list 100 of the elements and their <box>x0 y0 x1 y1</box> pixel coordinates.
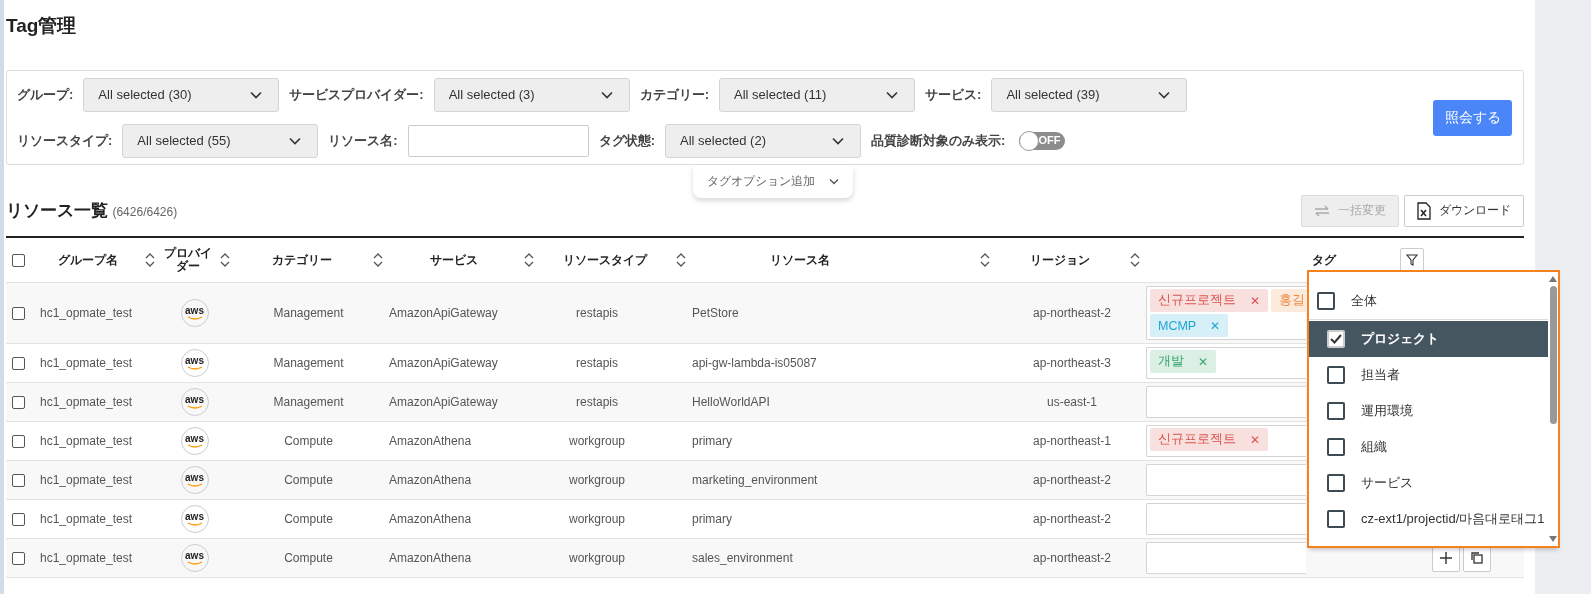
row-checkbox[interactable] <box>12 512 25 526</box>
table-cell: ap-northeast-2 <box>1032 473 1111 487</box>
filter-select[interactable]: All selected (55) <box>122 123 319 158</box>
table-cell: hc1_opmate_test <box>40 434 133 448</box>
tag-chip: 개발 ✕ <box>1150 350 1216 373</box>
table-cell: workgroup <box>569 473 625 487</box>
filter-label: リソースタイプ: <box>17 131 113 150</box>
table-cell: Management <box>273 306 344 320</box>
option-checkbox[interactable] <box>1317 291 1335 310</box>
table-cell: restapis <box>576 356 618 370</box>
plus-icon <box>1440 552 1452 564</box>
filter-label: サービス: <box>925 85 982 104</box>
option-checkbox[interactable] <box>1327 510 1345 528</box>
option-checkbox[interactable] <box>1327 474 1345 492</box>
tag-option-tab[interactable]: タグオプション追加 <box>693 165 853 198</box>
filter-select[interactable]: All selected (2) <box>665 123 862 158</box>
chevron-down-icon <box>829 178 839 185</box>
filter-icon <box>1406 254 1418 266</box>
table-cell: hc1_opmate_test <box>40 356 133 370</box>
filter-select[interactable]: All selected (39) <box>991 77 1188 112</box>
column-header: リソース名 <box>770 251 830 269</box>
row-checkbox[interactable] <box>12 473 25 487</box>
menu-item[interactable]: 運用環境 <box>1309 393 1548 429</box>
filter-select[interactable]: All selected (3) <box>433 77 630 112</box>
sort-icon[interactable] <box>220 253 230 267</box>
table-cell: AmazonAthena <box>389 551 472 565</box>
list-count: (6426/6426) <box>112 205 178 219</box>
table-cell: hc1_opmate_test <box>40 306 133 320</box>
table-cell: AmazonAthena <box>389 473 472 487</box>
menu-item[interactable]: cz-ext1/projectid/마음대로태그1 <box>1309 501 1548 537</box>
sort-icon[interactable] <box>676 253 686 267</box>
table-cell: Compute <box>284 512 333 526</box>
row-checkbox[interactable] <box>12 306 25 320</box>
select-all-checkbox[interactable] <box>12 253 25 267</box>
table-cell: ap-northeast-1 <box>1032 434 1111 448</box>
list-title: リソース一覧 <box>6 201 108 220</box>
column-header: リソースタイプ <box>563 251 647 269</box>
table-cell: hc1_opmate_test <box>40 512 133 526</box>
chevron-down-icon <box>250 90 263 99</box>
column-header: グループ名 <box>57 251 118 269</box>
table-cell: HelloWorldAPI <box>692 395 770 409</box>
sort-icon[interactable] <box>980 253 990 267</box>
chevron-down-icon <box>289 136 302 145</box>
chevron-down-icon <box>832 136 845 145</box>
sort-icon[interactable] <box>373 253 383 267</box>
tag-input-box[interactable] <box>1146 386 1306 418</box>
table-cell: workgroup <box>569 512 625 526</box>
table-cell: marketing_environment <box>692 473 818 487</box>
tag-input-box[interactable] <box>1146 464 1306 496</box>
column-header: サービス <box>429 251 478 269</box>
row-checkbox[interactable] <box>12 395 25 409</box>
option-checkbox[interactable] <box>1327 438 1345 456</box>
column-header: タグ <box>1312 251 1336 269</box>
tag-input-box[interactable] <box>1146 542 1306 574</box>
tag-input-box[interactable] <box>1146 503 1306 535</box>
filter-select[interactable]: All selected (30) <box>83 77 280 112</box>
table-cell: Management <box>273 395 344 409</box>
scroll-down-icon[interactable] <box>1549 536 1557 542</box>
option-checkbox[interactable] <box>1327 366 1345 384</box>
scroll-up-icon[interactable] <box>1549 276 1557 282</box>
column-header: プロバイダー <box>162 247 213 273</box>
filter-label: 品質診断対象のみ表示: <box>871 131 1006 150</box>
row-checkbox[interactable] <box>12 551 25 565</box>
table-cell: hc1_opmate_test <box>40 395 133 409</box>
sort-icon[interactable] <box>1130 253 1140 267</box>
spreadsheet-file-icon <box>1417 201 1431 220</box>
table-cell: ap-northeast-2 <box>1032 306 1111 320</box>
menu-item[interactable]: プロジェクト <box>1309 321 1548 357</box>
table-cell: Compute <box>284 434 333 448</box>
chevron-down-icon <box>886 90 899 99</box>
table-cell: Compute <box>284 551 333 565</box>
table-cell: restapis <box>576 395 618 409</box>
filter-label: リソース名: <box>328 131 398 150</box>
table-cell: us-east-1 <box>1047 395 1097 409</box>
menu-item[interactable]: 全体 <box>1309 282 1548 320</box>
table-cell: Compute <box>284 473 333 487</box>
option-checkbox[interactable] <box>1327 402 1345 420</box>
menu-item[interactable]: サービス <box>1309 465 1548 501</box>
copy-icon <box>1471 552 1483 564</box>
download-button[interactable]: ダウンロード <box>1404 194 1524 227</box>
row-checkbox[interactable] <box>12 356 25 370</box>
column-header: リージョン <box>1030 251 1090 269</box>
menu-item[interactable]: 組織 <box>1309 429 1548 465</box>
column-header: カテゴリー <box>271 251 332 269</box>
filter-label: カテゴリー: <box>639 85 710 104</box>
page-title: Tag管理 <box>6 14 78 38</box>
filter-select[interactable]: All selected (11) <box>719 77 916 112</box>
resource-name-field[interactable] <box>407 124 589 157</box>
table-cell: AmazonApiGateway <box>389 356 498 370</box>
table-cell: AmazonApiGateway <box>389 395 498 409</box>
sort-icon[interactable] <box>524 253 534 267</box>
chevron-down-icon <box>600 90 613 99</box>
row-checkbox[interactable] <box>12 434 25 448</box>
table-cell: workgroup <box>569 434 625 448</box>
filter-label: サービスプロバイダー: <box>289 85 424 104</box>
sort-icon[interactable] <box>145 253 155 267</box>
table-cell: Management <box>273 356 344 370</box>
table-cell: primary <box>692 434 732 448</box>
menu-item[interactable]: 担当者 <box>1309 357 1548 393</box>
table-cell: AmazonApiGateway <box>389 306 498 320</box>
